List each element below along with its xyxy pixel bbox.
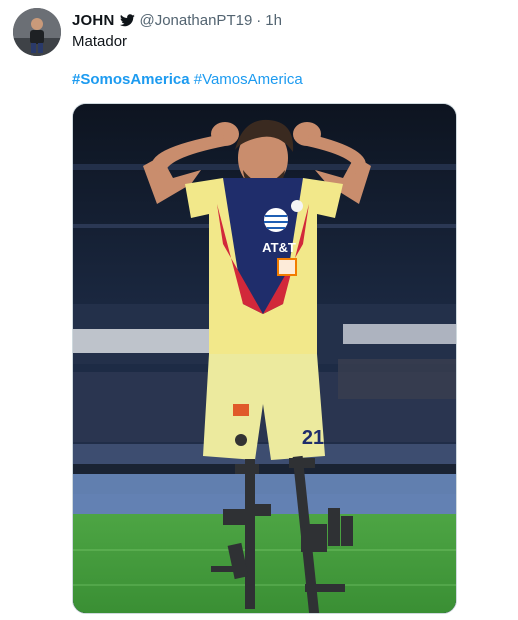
jersey-number: 21	[302, 427, 324, 449]
tweet-text: Matador	[72, 33, 128, 50]
pitch	[73, 514, 456, 613]
hashtag-line: #SomosAmerica #VamosAmerica	[72, 71, 303, 88]
tweet-header: JOHN @JonathanPT19 · 1h	[72, 10, 282, 30]
jersey-sponsor: AT&T	[262, 240, 296, 255]
tweet-media[interactable]: AT&T 21	[72, 103, 457, 614]
tweet[interactable]: JOHN @JonathanPT19 · 1h Matador #SomosAm…	[0, 0, 518, 620]
media-photo: AT&T 21	[73, 104, 456, 613]
hashtag-somos-america[interactable]: #SomosAmerica	[72, 71, 190, 88]
display-name[interactable]: JOHN	[72, 12, 114, 29]
timestamp[interactable]: 1h	[265, 12, 282, 29]
avatar-image	[13, 8, 61, 56]
handle[interactable]: @JonathanPT19	[139, 12, 252, 29]
avatar[interactable]	[13, 8, 61, 56]
separator-dot: ·	[256, 11, 262, 29]
twitter-bird-icon	[120, 13, 136, 26]
hashtag-vamos-america[interactable]: #VamosAmerica	[194, 71, 303, 88]
